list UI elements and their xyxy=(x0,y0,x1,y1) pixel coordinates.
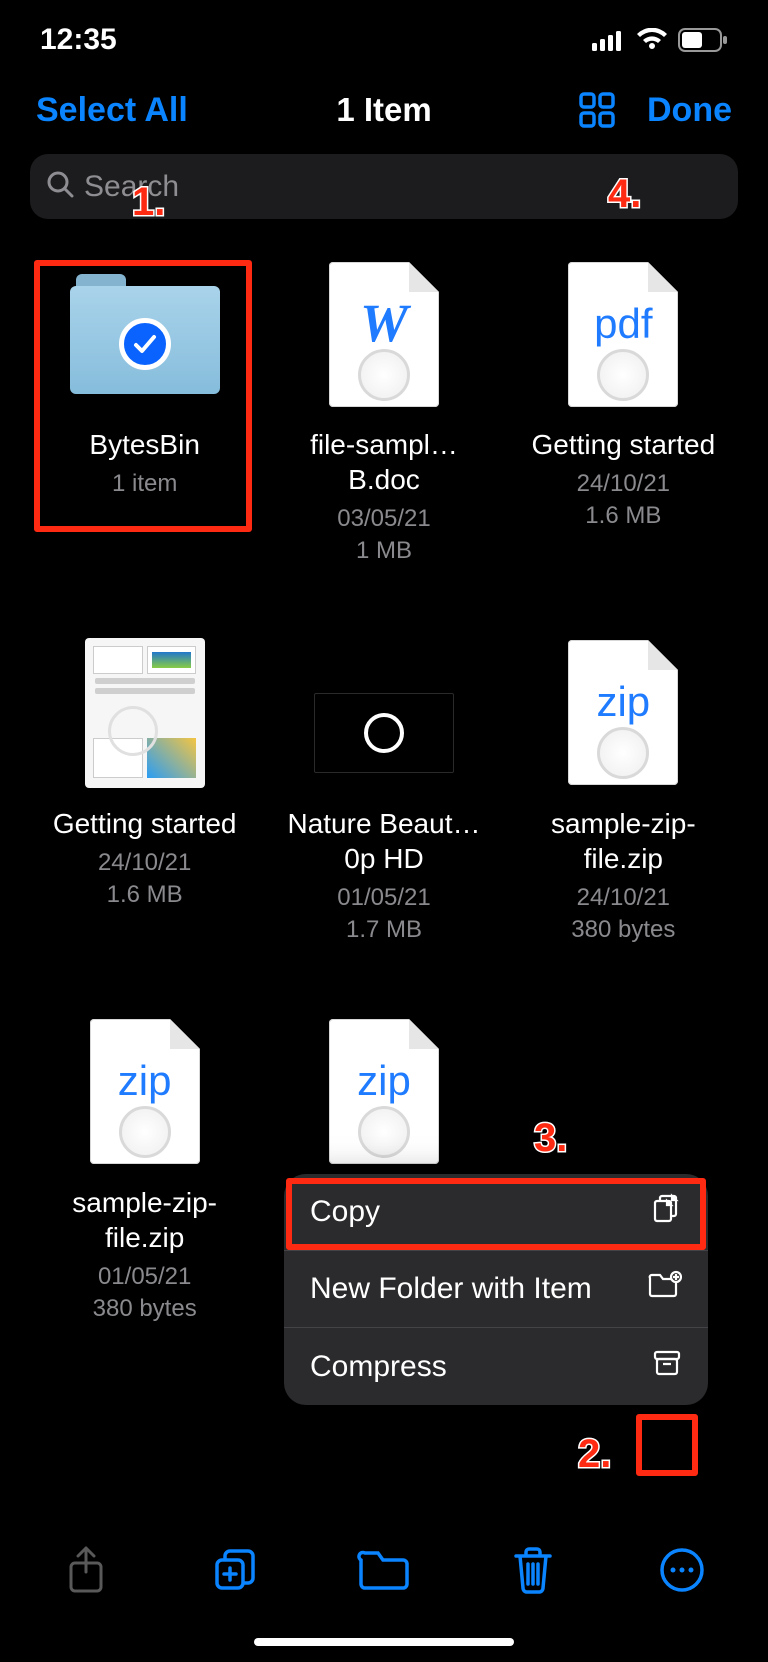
doc-badge: W xyxy=(329,292,439,354)
file-item-zip[interactable]: zip sample-zip-file.zip 01/05/21 380 byt… xyxy=(30,1017,259,1326)
done-button[interactable]: Done xyxy=(647,91,732,130)
wifi-icon xyxy=(636,28,668,52)
doc-badge: zip xyxy=(90,1057,200,1105)
video-thumbnail xyxy=(304,638,464,788)
nav-bar: Select All 1 Item Done xyxy=(0,80,768,140)
file-size: 1.6 MB xyxy=(98,879,191,911)
doc-badge: zip xyxy=(329,1057,439,1105)
context-menu: Copy New Folder with Item Compress xyxy=(284,1174,708,1405)
duplicate-icon xyxy=(212,1547,258,1598)
share-button[interactable] xyxy=(56,1542,116,1602)
doc-thumbnail: zip xyxy=(304,1017,464,1167)
annotation-2: 2. xyxy=(578,1432,611,1477)
search-input[interactable] xyxy=(84,170,722,204)
file-meta: 1 item xyxy=(112,468,177,500)
archive-icon xyxy=(652,1348,682,1386)
file-size: 1.6 MB xyxy=(577,500,670,532)
file-date: 24/10/21 xyxy=(98,847,191,879)
status-right xyxy=(592,28,728,52)
doc-badge: pdf xyxy=(568,300,678,348)
image-thumbnail xyxy=(65,638,225,788)
doc-thumbnail: W xyxy=(304,259,464,409)
file-name: file-sampl…B.doc xyxy=(279,427,489,497)
status-time: 12:35 xyxy=(40,23,117,57)
menu-new-folder-label: New Folder with Item xyxy=(310,1272,592,1306)
more-button[interactable] xyxy=(652,1542,712,1602)
file-date: 24/10/21 xyxy=(577,468,670,500)
file-item-doc[interactable]: W file-sampl…B.doc 03/05/21 1 MB xyxy=(269,259,498,568)
view-mode-icon[interactable] xyxy=(577,90,617,130)
file-size: 1 MB xyxy=(337,535,430,567)
move-button[interactable] xyxy=(354,1542,414,1602)
copy-icon xyxy=(650,1192,682,1232)
file-date: 01/05/21 xyxy=(337,882,430,914)
menu-copy-label: Copy xyxy=(310,1195,380,1229)
status-bar: 12:35 xyxy=(0,0,768,80)
menu-compress-label: Compress xyxy=(310,1350,447,1384)
select-all-button[interactable]: Select All xyxy=(36,91,188,130)
file-date: 24/10/21 xyxy=(571,882,675,914)
file-name: Getting started xyxy=(53,806,237,841)
doc-badge: zip xyxy=(568,678,678,726)
signal-icon xyxy=(592,29,626,51)
file-name: BytesBin xyxy=(89,427,200,462)
file-grid: BytesBin 1 item W file-sampl…B.doc 03/05… xyxy=(0,219,768,1325)
annotation-box-2 xyxy=(636,1414,698,1476)
file-item-folder[interactable]: BytesBin 1 item xyxy=(30,259,259,568)
folder-icon xyxy=(357,1548,411,1597)
file-date: 03/05/21 xyxy=(337,503,430,535)
selected-check-icon xyxy=(119,318,171,370)
file-size: 1.7 MB xyxy=(337,914,430,946)
new-folder-icon xyxy=(648,1270,682,1308)
trash-icon xyxy=(512,1546,554,1599)
search-icon xyxy=(46,170,74,203)
file-date: 01/05/21 xyxy=(93,1261,197,1293)
file-name: Getting started xyxy=(531,427,715,462)
file-item-pdf[interactable]: pdf Getting started 24/10/21 1.6 MB xyxy=(509,259,738,568)
file-item-video[interactable]: Nature Beaut…0p HD 01/05/21 1.7 MB xyxy=(269,638,498,947)
file-name: sample-zip-file.zip xyxy=(40,1185,250,1255)
menu-copy[interactable]: Copy xyxy=(284,1174,708,1251)
menu-compress[interactable]: Compress xyxy=(284,1328,708,1405)
file-size: 380 bytes xyxy=(93,1293,197,1325)
duplicate-button[interactable] xyxy=(205,1542,265,1602)
file-item-image[interactable]: Getting started 24/10/21 1.6 MB xyxy=(30,638,259,947)
doc-thumbnail: zip xyxy=(543,638,703,788)
search-bar[interactable] xyxy=(30,154,738,219)
more-icon xyxy=(659,1547,705,1598)
battery-icon xyxy=(678,28,728,52)
home-indicator xyxy=(254,1638,514,1646)
doc-thumbnail: zip xyxy=(65,1017,225,1167)
file-name: sample-zip-file.zip xyxy=(518,806,728,876)
file-item-zip[interactable]: zip sample-zip-file.zip 24/10/21 380 byt… xyxy=(509,638,738,947)
doc-thumbnail: pdf xyxy=(543,259,703,409)
file-size: 380 bytes xyxy=(571,914,675,946)
menu-new-folder[interactable]: New Folder with Item xyxy=(284,1251,708,1328)
share-icon xyxy=(65,1545,107,1600)
delete-button[interactable] xyxy=(503,1542,563,1602)
folder-thumbnail xyxy=(65,259,225,409)
file-name: Nature Beaut…0p HD xyxy=(279,806,489,876)
